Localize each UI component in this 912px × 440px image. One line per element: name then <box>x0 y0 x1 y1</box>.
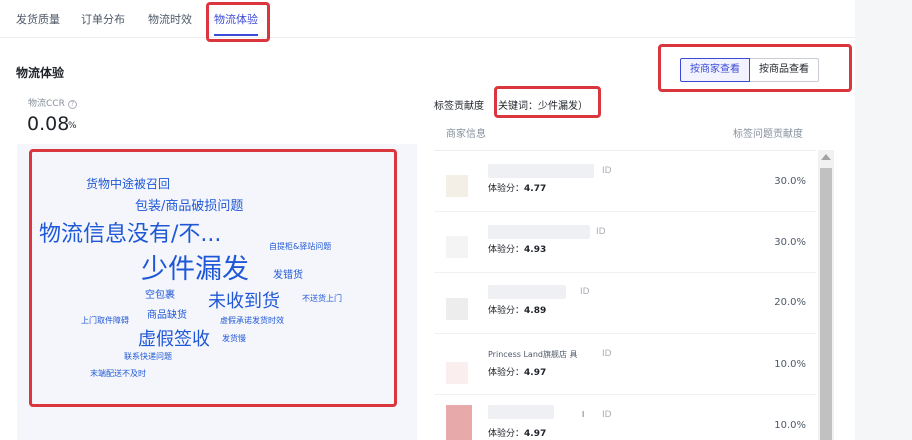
tab-shipping-quality[interactable]: 发货质量 <box>16 11 60 27</box>
table-row[interactable]: ID 体验分：4.89 20.0% <box>434 273 816 334</box>
help-icon[interactable]: ? <box>67 100 77 109</box>
column-header-contribution: 标签问题贡献度 <box>733 129 803 140</box>
table-scrollbar[interactable] <box>818 150 834 440</box>
main-panel: 发货质量 订单分布 物流时效 物流体验 物流体验 按商家查看 按商品查看 物流C… <box>0 0 855 440</box>
merchant-name-blurred <box>488 164 594 178</box>
ccr-label-text: 物流CCR <box>28 99 65 109</box>
merchant-id: ID <box>602 166 612 176</box>
score-label: 体验分： <box>488 306 525 316</box>
contribution-percent: 10.0% <box>774 359 806 370</box>
merchant-id: ID <box>602 349 612 359</box>
merchant-thumbnail <box>446 298 468 320</box>
merchant-name-blurred <box>488 405 554 419</box>
ccr-value: 0.08 <box>27 113 70 135</box>
experience-score: 体验分：4.97 <box>488 365 546 378</box>
section-title: 物流体验 <box>16 66 65 80</box>
table-row[interactable]: l ID 体验分：4.97 10.0% <box>434 395 816 440</box>
tab-logistics-timeliness[interactable]: 物流时效 <box>148 11 192 27</box>
score-label: 体验分： <box>488 245 525 255</box>
table-row[interactable]: ID 体验分：4.93 30.0% <box>434 212 816 273</box>
contribution-percent: 10.0% <box>774 420 806 431</box>
table-row[interactable]: ID 体验分：4.77 30.0% <box>434 151 816 212</box>
ccr-unit: % <box>68 121 77 131</box>
score-value: 4.89 <box>524 306 547 316</box>
experience-score: 体验分：4.97 <box>488 426 546 439</box>
annotation-box-tab <box>206 2 270 42</box>
merchant-thumbnail <box>446 362 468 384</box>
score-value: 4.77 <box>524 184 547 194</box>
merchant-id: ID <box>596 227 606 237</box>
merchant-name-blurred <box>488 285 566 299</box>
contribution-percent: 20.0% <box>774 297 806 308</box>
experience-score: 体验分：4.93 <box>488 242 546 255</box>
contribution-percent: 30.0% <box>774 237 806 248</box>
merchant-id: ID <box>602 410 612 420</box>
tab-order-distribution[interactable]: 订单分布 <box>81 11 125 27</box>
experience-score: 体验分：4.89 <box>488 303 546 316</box>
contribution-percent: 30.0% <box>774 176 806 187</box>
experience-score: 体验分：4.77 <box>488 181 546 194</box>
score-label: 体验分： <box>488 184 525 194</box>
merchant-thumbnail <box>446 175 468 197</box>
merchant-thumbnail <box>446 405 472 440</box>
score-value: 4.97 <box>524 368 547 378</box>
merchant-thumbnail <box>446 236 468 258</box>
scroll-up-arrow-icon[interactable] <box>821 154 831 160</box>
annotation-box-view-toggle <box>658 44 852 92</box>
table-row[interactable]: Princess Land旗舰店 具 ID 体验分：4.97 10.0% <box>434 334 816 395</box>
score-value: 4.97 <box>524 429 547 439</box>
merchant-name-blurred <box>488 225 590 239</box>
merchant-id: ID <box>580 287 590 297</box>
ccr-label: 物流CCR? <box>28 96 77 109</box>
annotation-box-keyword <box>494 86 601 118</box>
scrollbar-thumb[interactable] <box>820 168 832 440</box>
page-gutter <box>855 0 912 440</box>
tab-bar: 发货质量 订单分布 物流时效 物流体验 <box>0 0 855 38</box>
score-label: 体验分： <box>488 429 525 439</box>
annotation-box-word-cloud <box>29 149 397 407</box>
score-label: 体验分： <box>488 368 525 378</box>
merchant-name: l <box>582 410 585 419</box>
tag-contribution-title: 标签贡献度 <box>434 101 484 112</box>
merchant-name: Princess Land旗舰店 具 <box>488 350 578 359</box>
score-value: 4.93 <box>524 245 547 255</box>
column-header-merchant: 商家信息 <box>446 129 486 140</box>
